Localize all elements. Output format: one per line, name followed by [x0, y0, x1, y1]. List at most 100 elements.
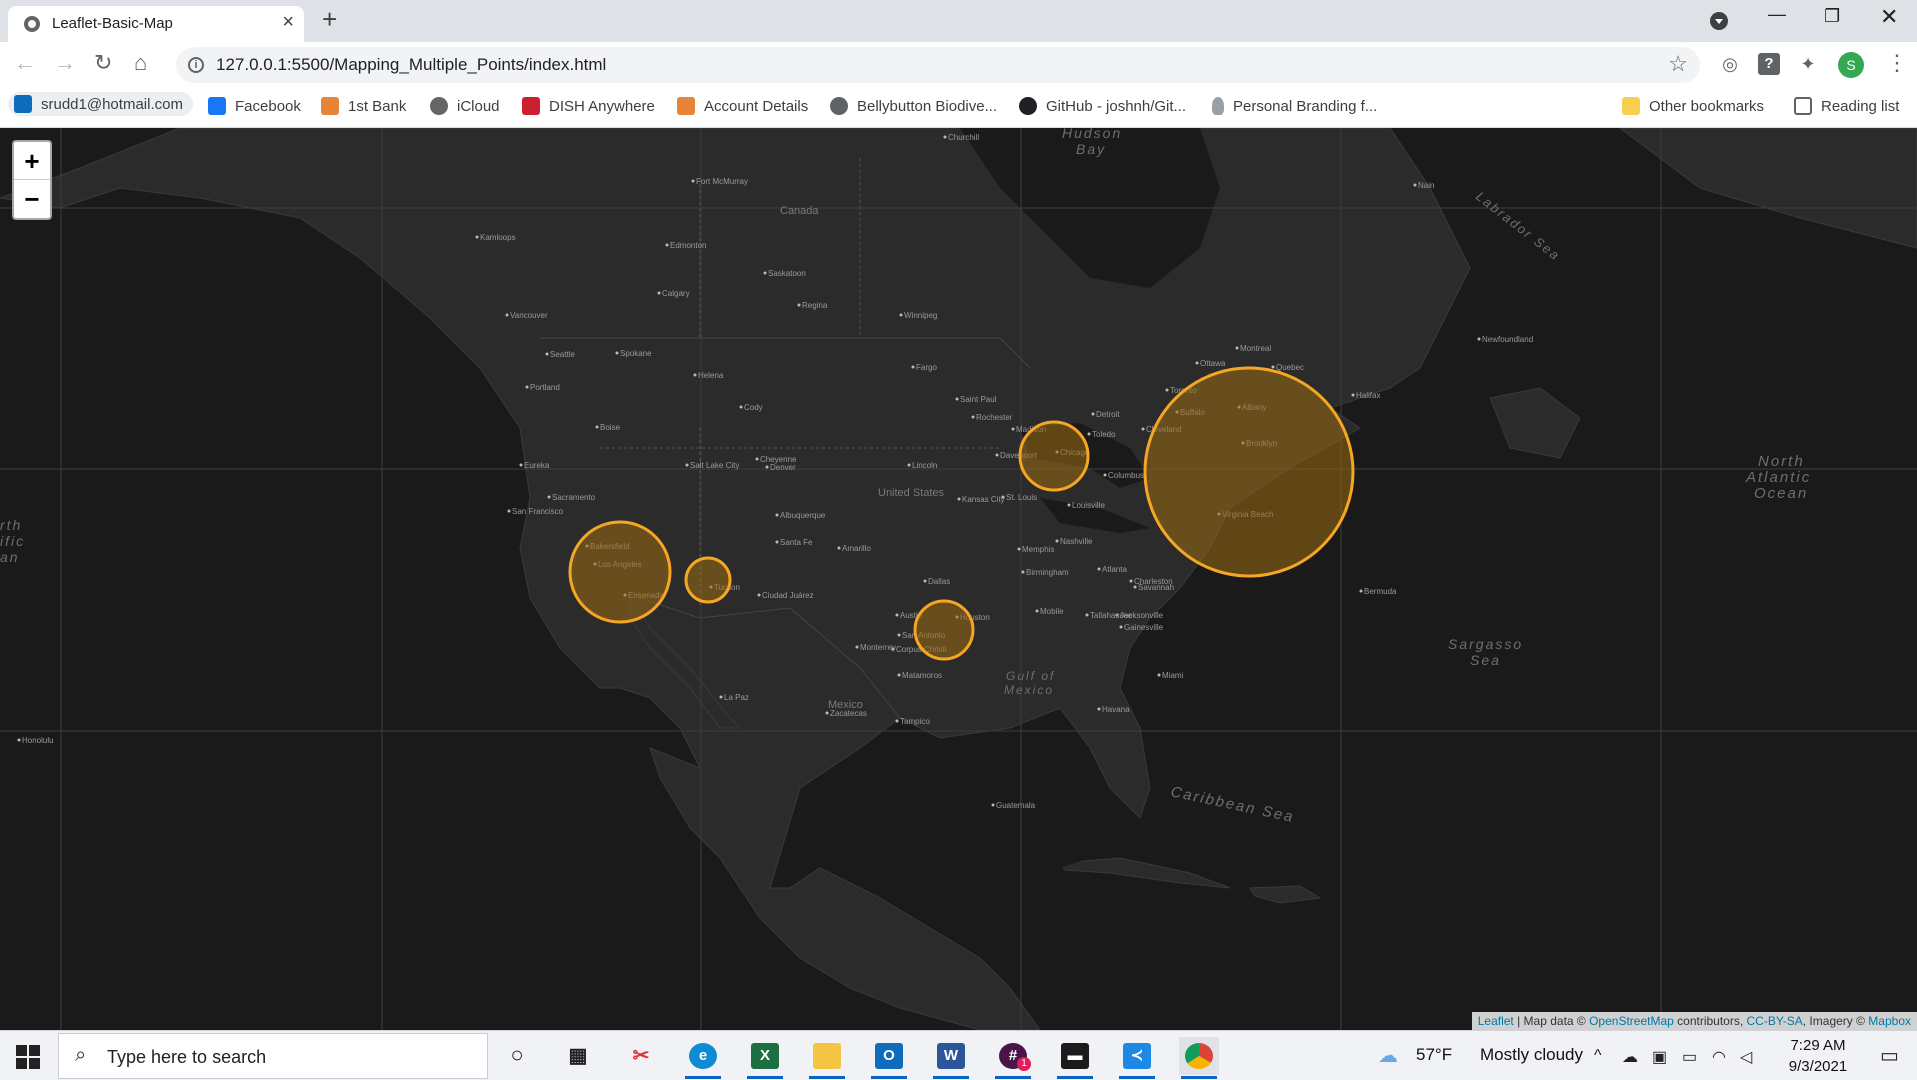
- other-bookmarks[interactable]: Other bookmarks: [1622, 97, 1764, 115]
- onedrive-icon[interactable]: ☁: [1622, 1047, 1638, 1067]
- back-button[interactable]: ←: [14, 50, 36, 76]
- reading-list-icon: [1794, 97, 1812, 115]
- bookmark-outlook[interactable]: srudd1@hotmail.com: [8, 92, 193, 116]
- city-label: Quebec: [1276, 363, 1304, 372]
- apple-icon: [430, 97, 448, 115]
- bookmark-account-details[interactable]: Account Details: [677, 97, 808, 115]
- word-glyph: W: [937, 1043, 965, 1069]
- chrome-icon[interactable]: [1179, 1037, 1219, 1079]
- minimize-button[interactable]: —: [1768, 4, 1786, 25]
- outlook-app-icon[interactable]: O: [869, 1037, 909, 1079]
- osm-link[interactable]: OpenStreetMap: [1589, 1014, 1674, 1028]
- bookmark-icloud[interactable]: iCloud: [430, 97, 500, 115]
- profile-avatar[interactable]: S: [1838, 52, 1864, 78]
- mapbox-link[interactable]: Mapbox: [1868, 1014, 1911, 1028]
- reading-list-label: Reading list: [1821, 97, 1900, 115]
- reload-button[interactable]: ↻: [94, 50, 112, 76]
- zoom-control: + −: [12, 140, 52, 220]
- tab-search-icon[interactable]: [1710, 12, 1728, 30]
- bookmark-personal-branding[interactable]: Personal Branding f...: [1212, 97, 1377, 115]
- site-info-icon[interactable]: i: [188, 57, 204, 73]
- circle-marker-houston[interactable]: [913, 599, 975, 661]
- folder-icon: [1622, 97, 1640, 115]
- volume-icon[interactable]: ◁: [1740, 1047, 1752, 1067]
- tab-title: Leaflet-Basic-Map: [52, 15, 173, 32]
- terminal-icon[interactable]: ▬: [1055, 1037, 1095, 1079]
- bookmark-bellybutton[interactable]: Bellybutton Biodive...: [830, 97, 997, 115]
- help-extension-icon[interactable]: ?: [1758, 53, 1780, 75]
- taskbar-search-box[interactable]: ⌕ Type here to search: [58, 1033, 488, 1079]
- reading-list[interactable]: Reading list: [1794, 97, 1899, 115]
- slack-icon[interactable]: # 1: [993, 1037, 1033, 1079]
- wifi-icon[interactable]: ◠: [1712, 1047, 1726, 1067]
- menu-kebab-icon[interactable]: ⋮: [1886, 50, 1908, 76]
- extension-icon[interactable]: ◎: [1719, 53, 1741, 75]
- system-clock[interactable]: 7:29 AM 9/3/2021: [1772, 1035, 1864, 1077]
- city-dot: [719, 695, 723, 699]
- tab-strip: Leaflet-Basic-Map × + — ❐ ✕: [0, 0, 1917, 42]
- city-dot: [475, 235, 479, 239]
- zoom-out-button[interactable]: −: [14, 180, 50, 218]
- task-view-icon[interactable]: ▦: [558, 1037, 598, 1075]
- city-label: Sacramento: [552, 493, 596, 502]
- bookmark-label: 1st Bank: [348, 97, 407, 115]
- chevron-up-icon[interactable]: ^: [1594, 1047, 1602, 1065]
- excel-icon[interactable]: X: [745, 1037, 785, 1079]
- notification-icon[interactable]: ▭: [1880, 1043, 1899, 1068]
- city-dot: [1011, 427, 1015, 431]
- city-dot: [837, 546, 841, 550]
- city-dot: [1195, 361, 1199, 365]
- puzzle-extensions-icon[interactable]: ✦: [1797, 53, 1819, 75]
- weather-icon[interactable]: ☁: [1378, 1043, 1398, 1068]
- weather-temp[interactable]: 57°F: [1416, 1045, 1452, 1065]
- city-label: Dallas: [928, 577, 950, 586]
- bookmark-dish[interactable]: DISH Anywhere: [522, 97, 655, 115]
- city-dot: [775, 540, 779, 544]
- bookmark-1st-bank[interactable]: 1st Bank: [321, 97, 406, 115]
- meet-now-icon[interactable]: ▣: [1652, 1047, 1667, 1067]
- address-bar[interactable]: i 127.0.0.1:5500/Mapping_Multiple_Points…: [176, 47, 1700, 83]
- zoom-in-button[interactable]: +: [14, 142, 50, 180]
- circle-marker-new-york[interactable]: [1143, 366, 1355, 578]
- forward-button[interactable]: →: [54, 50, 76, 76]
- snipping-tool-icon[interactable]: ✂: [621, 1037, 661, 1075]
- city-label: Monterrey: [860, 643, 896, 652]
- browser-tab[interactable]: Leaflet-Basic-Map ×: [8, 6, 304, 42]
- bookmark-label: Account Details: [704, 97, 809, 115]
- bookmark-star-icon[interactable]: ☆: [1668, 51, 1688, 77]
- circle-marker-phoenix[interactable]: [684, 556, 732, 604]
- url-text[interactable]: 127.0.0.1:5500/Mapping_Multiple_Points/i…: [216, 55, 606, 75]
- leaflet-map[interactable]: Hudson Bay Labrador Sea Gulf of Mexico N…: [0, 128, 1917, 1030]
- battery-icon[interactable]: ▭: [1682, 1047, 1697, 1067]
- city-label: Lincoln: [912, 461, 937, 470]
- restore-button[interactable]: ❐: [1824, 6, 1840, 27]
- circle-marker-los-angeles[interactable]: [568, 520, 672, 624]
- city-label: Regina: [802, 301, 828, 310]
- city-label: Miami: [1162, 671, 1184, 680]
- file-explorer-icon[interactable]: [807, 1037, 847, 1079]
- leaflet-link[interactable]: Leaflet: [1478, 1014, 1514, 1028]
- city-label: Gainesville: [1124, 623, 1164, 632]
- city-label: Spokane: [620, 349, 652, 358]
- vscode-glyph: ≺: [1123, 1043, 1151, 1069]
- city-label: Bermuda: [1364, 587, 1397, 596]
- bookmark-github[interactable]: GitHub - joshnh/Git...: [1019, 97, 1186, 115]
- city-dot: [1413, 183, 1417, 187]
- word-icon[interactable]: W: [931, 1037, 971, 1079]
- edge-icon[interactable]: e: [683, 1037, 723, 1079]
- windows-start-icon[interactable]: [16, 1045, 40, 1069]
- home-button[interactable]: ⌂: [134, 50, 147, 76]
- attribution-text: | Map data ©: [1513, 1014, 1590, 1028]
- close-window-button[interactable]: ✕: [1880, 4, 1898, 30]
- new-tab-button[interactable]: +: [322, 4, 337, 35]
- vscode-icon[interactable]: ≺: [1117, 1037, 1157, 1079]
- cortana-icon[interactable]: ○: [497, 1037, 537, 1075]
- weather-desc[interactable]: Mostly cloudy: [1480, 1045, 1583, 1065]
- city-dot: [1085, 613, 1089, 617]
- bookmark-facebook[interactable]: Facebook: [208, 97, 301, 115]
- city-dot: [1087, 432, 1091, 436]
- close-tab-icon[interactable]: ×: [282, 11, 294, 34]
- circle-marker-chicago[interactable]: [1018, 420, 1090, 492]
- license-link[interactable]: CC-BY-SA: [1747, 1014, 1803, 1028]
- edge-glyph: e: [689, 1043, 717, 1069]
